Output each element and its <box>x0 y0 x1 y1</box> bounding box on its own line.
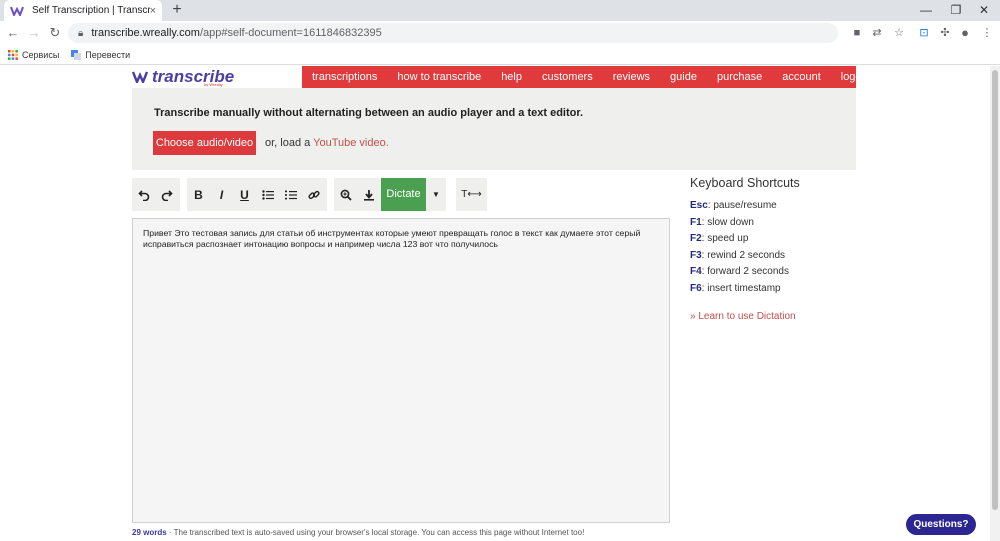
bookmark-translate[interactable]: Перевести <box>71 49 131 60</box>
bookmarks-bar: Сервисы Перевести <box>0 45 1000 65</box>
nav-reviews[interactable]: reviews <box>603 71 660 83</box>
camera-icon[interactable]: ■ <box>850 26 864 40</box>
shortcut-desc: : speed up <box>701 233 749 245</box>
zoom-icon[interactable] <box>334 178 357 211</box>
translate-icon <box>71 49 82 60</box>
intro-title: Transcribe manually without alternating … <box>154 107 584 119</box>
menu-kebab-icon[interactable]: ⋮ <box>980 26 994 40</box>
transcribe-logo[interactable]: transcribe <box>132 66 242 88</box>
shortcut-row: F2: speed up <box>690 233 860 250</box>
tools-group <box>334 178 381 211</box>
nav-account[interactable]: account <box>772 71 831 83</box>
status-bar: 29 words · The transcribed text is auto-… <box>132 528 584 537</box>
nav-help[interactable]: help <box>491 71 532 83</box>
transcript-editor[interactable]: Привет Это тестовая запись для статьи об… <box>132 218 670 523</box>
underline-icon[interactable]: U <box>233 178 256 211</box>
scrollbar-thumb[interactable] <box>992 70 998 510</box>
dictate-button[interactable]: Dictate <box>381 178 426 211</box>
bold-icon[interactable]: B <box>187 178 210 211</box>
undo-icon[interactable] <box>132 178 155 211</box>
nav-how-to-transcribe[interactable]: how to transcribe <box>387 71 491 83</box>
shortcut-row: F1: slow down <box>690 217 860 234</box>
shortcut-row: F6: insert timestamp <box>690 283 860 300</box>
shortcut-key: F3 <box>690 249 702 261</box>
tab-close-icon[interactable]: × <box>150 5 156 17</box>
choose-audio-video-button[interactable]: Choose audio/video <box>153 131 256 155</box>
questions-button[interactable]: Questions? <box>906 514 976 535</box>
shortcut-key: F6 <box>690 282 702 294</box>
shortcut-desc: : rewind 2 seconds <box>701 249 786 261</box>
intro-or-text: or, load a YouTube video. <box>265 137 389 149</box>
omnibox[interactable]: 🔒︎ transcribe.wreally.com /app#self-docu… <box>68 23 838 43</box>
learn-dictation-link[interactable]: » Learn to use Dictation <box>690 311 860 322</box>
or-label: or, load a <box>265 137 314 149</box>
forward-icon[interactable]: → <box>25 24 43 42</box>
text-width-icon[interactable]: T⟷ <box>456 178 487 211</box>
lock-icon: 🔒︎ <box>78 27 84 39</box>
shortcut-desc: : slow down <box>701 216 754 228</box>
transcribe-favicon-icon <box>10 5 24 17</box>
logo-subtext: by Wreally <box>204 82 223 87</box>
format-group: B I U <box>187 178 327 211</box>
chevron-down-icon[interactable]: ▼ <box>426 178 446 211</box>
nav-logout[interactable]: logout <box>831 71 881 83</box>
logo-mark-icon <box>132 71 148 83</box>
italic-icon[interactable]: I <box>210 178 233 211</box>
bookmark-label: Перевести <box>85 49 131 60</box>
apps-grid-icon <box>8 49 18 60</box>
youtube-video-link[interactable]: YouTube video. <box>313 137 389 149</box>
redo-icon[interactable] <box>155 178 178 211</box>
top-nav: transcriptions how to transcribe help cu… <box>302 66 871 88</box>
shortcut-row: Esc: pause/resume <box>690 200 860 217</box>
shortcut-desc: : insert timestamp <box>701 282 781 294</box>
extensions-icon[interactable]: ✣ <box>938 26 952 40</box>
shortcuts-title: Keyboard Shortcuts <box>690 176 800 190</box>
autosave-message: · The transcribed text is auto-saved usi… <box>166 528 585 537</box>
new-tab-button[interactable]: + <box>168 1 186 19</box>
keyboard-shortcuts-panel: Keyboard Shortcuts Esc: pause/resume F1:… <box>690 176 860 322</box>
numbered-list-icon[interactable] <box>279 178 302 211</box>
bookmark-services[interactable]: Сервисы <box>8 49 60 60</box>
shortcut-key: F4 <box>690 266 702 278</box>
browser-tabstrip: Self Transcription | Transcribe × + — ❐ … <box>0 0 1000 21</box>
url-host: transcribe.wreally.com <box>91 27 200 39</box>
tab-title: Self Transcription | Transcribe <box>32 5 150 16</box>
shortcut-key: F2 <box>690 233 702 245</box>
nav-purchase[interactable]: purchase <box>707 71 772 83</box>
nav-guide[interactable]: guide <box>660 71 707 83</box>
star-icon[interactable]: ☆ <box>892 26 906 40</box>
page-content: transcribe by Wreally transcriptions how… <box>0 66 990 541</box>
shortcut-key: Esc <box>690 200 708 211</box>
link-icon[interactable] <box>302 178 325 211</box>
transcript-text[interactable]: Привет Это тестовая запись для статьи об… <box>143 228 659 250</box>
download-icon[interactable] <box>357 178 380 211</box>
shortcut-key: F1 <box>690 216 702 228</box>
shortcut-row: F3: rewind 2 seconds <box>690 250 860 267</box>
word-count: 29 words <box>132 528 167 537</box>
reload-icon[interactable]: ↻ <box>46 24 64 42</box>
page-scrollbar[interactable] <box>990 66 1000 541</box>
intro-panel: Transcribe manually without alternating … <box>132 88 856 170</box>
close-window-icon[interactable]: ✕ <box>962 0 1000 21</box>
url-path: /app#self-document=1611846832395 <box>199 27 382 39</box>
shortcut-row: F4: forward 2 seconds <box>690 266 860 283</box>
nav-transcriptions[interactable]: transcriptions <box>302 71 387 83</box>
shortcut-desc: : pause/resume <box>707 200 777 211</box>
address-bar-row: ← → ↻ 🔒︎ transcribe.wreally.com /app#sel… <box>0 21 1000 45</box>
back-icon[interactable]: ← <box>4 24 22 42</box>
width-group: T⟷ <box>456 178 487 211</box>
translate-page-icon[interactable]: ⇄ <box>870 26 884 40</box>
translate-extension-icon[interactable]: ⊡ <box>917 26 931 40</box>
shortcut-desc: : forward 2 seconds <box>701 266 789 278</box>
browser-tab[interactable]: Self Transcription | Transcribe × <box>4 0 162 21</box>
history-group <box>132 178 180 211</box>
bookmark-label: Сервисы <box>22 49 60 60</box>
nav-customers[interactable]: customers <box>532 71 603 83</box>
bullet-list-icon[interactable] <box>256 178 279 211</box>
profile-avatar-icon[interactable]: ● <box>958 26 972 40</box>
editor-toolbar: B I U Dictate ▼ T⟷ <box>132 178 672 211</box>
